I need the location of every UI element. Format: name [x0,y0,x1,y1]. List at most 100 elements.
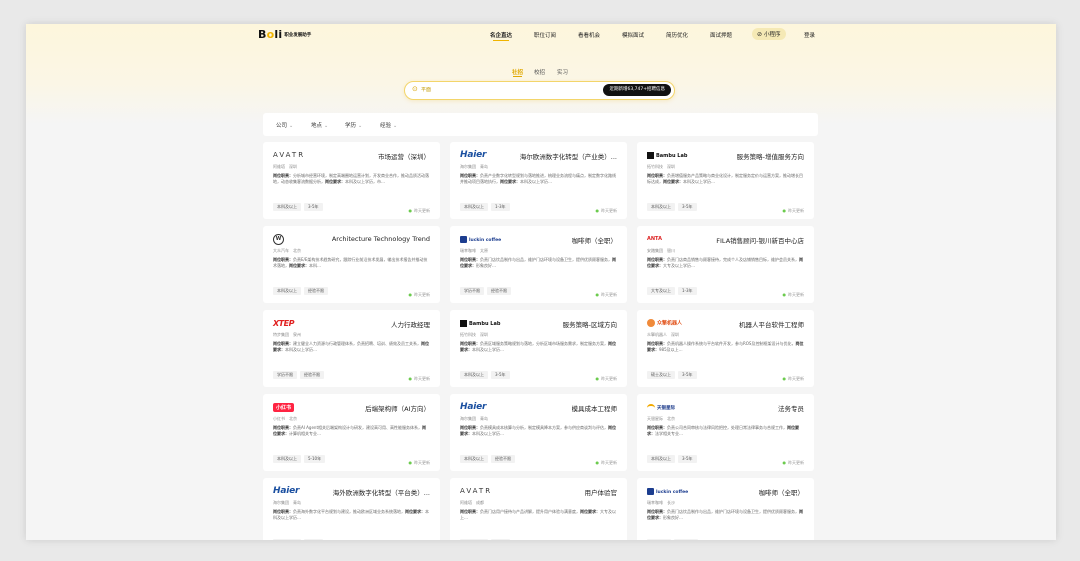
brand-logo: ANTA [647,236,662,242]
tag-list: 本科及以上 1-3年 [460,193,513,212]
company-location: 天银星际 北京 [647,416,675,421]
duty-label: 岗位职责： [460,509,480,514]
bambu-mark-icon [460,319,467,327]
tab-campus[interactable]: 校招 [534,68,545,76]
company-brand: Haier [460,150,486,160]
company-location: 阿维塔 成都 [460,500,484,505]
duty-label: 岗位职责： [647,509,667,514]
filter-company-label: 公司 [276,123,288,129]
duty-label: 岗位职责： [460,341,480,346]
job-description: 岗位职责：负责海外数字化平台规划与建设，推动欧洲区域业务系统落地，岗位要求：本科… [273,509,430,527]
job-card[interactable]: XTEP 人力行政经理 特步集团 泉州 岗位职责：建立健全人力资源与行政管理体系，负责… [263,310,440,387]
nav-item-opportunities[interactable]: 看看机会 [578,31,600,39]
nav-item-interview-questions[interactable]: 面试押题 [710,31,732,39]
job-card[interactable]: Haier 海尔欧洲数字化转型（产业类）... 海尔集团 青岛 岗位职责：负责产业数字… [450,142,627,219]
deer-icon [460,235,467,243]
brand-name: luckin coffee [656,489,689,495]
requirement-tag: 经验不限 [674,539,698,540]
chevron-down-icon: ⌄ [289,123,294,129]
requirement-tag: 3-5年 [678,371,697,379]
job-card[interactable]: Haier 海外欧洲数字化转型（平台类）... 海尔集团 青岛 岗位职责：负责海外数字… [263,478,440,540]
requirement-tag: 经验不限 [491,455,515,463]
login-link[interactable]: 登录 [804,31,815,39]
search-button[interactable]: 近期新增63,747+招聘信息 [603,84,671,96]
job-card[interactable]: luckin coffee 咖啡师（全职） 瑞幸咖啡 长沙 岗位职责：负责门店饮品制作… [637,478,814,540]
mini-program-button[interactable]: ⊘ 小程序 [752,28,786,40]
job-card[interactable]: Haier 模具成本工程师 海尔集团 青岛 岗位职责：负责模具成本核算与分析，制定模具… [450,394,627,471]
requirement-label: 岗位要求： [405,509,425,514]
requirement-tag: 经验不限 [300,371,324,379]
requirement-text: 本科及以上学历… [520,179,552,184]
filter-experience[interactable]: 经验 ⌄ [380,121,397,129]
job-card[interactable]: Bambu Lab 服务策略-区域方向 拓竹科技 深圳 岗位职责：负责区域服务策略规划… [450,310,627,387]
job-description: 岗位职责：分析城市经营环境，制定高端圈地运营计划，开发商业合作，推动品质活动落地… [273,173,430,191]
company-location: 瑞幸咖啡 太原 [460,248,488,253]
requirement-tag: 本科及以上 [647,455,675,463]
job-card[interactable]: 众擎机器人 机器人平台软件工程师 众擎机器人 深圳 岗位职责：负责机器人操作系统与平台… [637,310,814,387]
tab-social[interactable]: 社招 [512,68,523,77]
job-card[interactable]: AVATR 市场运营（深圳） 阿维塔 深圳 岗位职责：分析城市经营环境，制定高端圈地运… [263,142,440,219]
job-card[interactable]: luckin coffee 咖啡师（全职） 瑞幸咖啡 太原 岗位职责：负责门店饮品制作… [450,226,627,303]
tag-list: 硕士及以上 3-5年 [647,361,700,380]
tag-list: 本科及以上 经验不限 [460,445,518,464]
requirement-tag: 1-3年 [491,203,510,211]
job-card[interactable]: AVATR 用户体验官 阿维塔 成都 岗位职责：负责门店用户接待与产品讲解，提升用户体… [450,478,627,540]
duty-label: 岗位职责： [273,341,293,346]
brand-logo: 众擎机器人 [647,319,682,327]
requirement-label: 岗位要求： [289,263,309,268]
brand-logo: Haier [460,150,487,160]
nav-item-job-subscription[interactable]: 职位订阅 [534,31,556,39]
brand-logo: luckin coffee [647,487,689,495]
job-card[interactable]: ANTA FILA销售顾问-银川新百中心店 安踏集团 银川 岗位职责：负责门店商品销售… [637,226,814,303]
duty-text: 负责门店用户接待与产品讲解，提升用户体验与满意度， [480,509,580,514]
filter-company[interactable]: 公司 ⌄ [276,121,293,129]
chevron-down-icon: ⌄ [324,123,329,129]
tag-list: 本科及以上3-5年 [647,193,700,212]
app-window: Boli 职业发展助手 名企直达 职位订阅 看看机会 模拟面试 简历优化 面试押… [26,24,1056,540]
search-input[interactable] [421,85,581,95]
company-location: 拓竹科技 深圳 [460,332,488,337]
job-description: 岗位职责：负责增值服务产品策略与商业化设计，制定服务定价与运营方案，推动增长目标… [647,173,804,191]
update-time: 昨天更新 [596,376,617,382]
tab-internship[interactable]: 实习 [557,68,568,76]
tag-list: 学历不限经验不限 [647,529,701,540]
brand-name: Bambu Lab [656,152,688,159]
company-location: 海尔集团 青岛 [460,416,488,421]
requirement-text: 形象良好… [476,263,496,268]
job-card[interactable]: W Architecture Technology Trend 大众汽车 北京 岗位职… [263,226,440,303]
brand-name: 天银星际 [657,405,675,411]
nav-item-mock-interview[interactable]: 模拟面试 [622,31,644,39]
requirement-tag: 3-5年 [304,539,323,540]
job-title: 服务策略-区域方向 [562,321,617,329]
company-brand: 小红书 [273,402,295,412]
update-time: 昨天更新 [596,208,617,214]
requirement-text: 本科及以上学历，市… [345,179,385,184]
filter-location[interactable]: 地点 ⌄ [311,121,328,129]
duty-label: 岗位职责： [460,425,480,430]
nav-item-resume-optimize[interactable]: 简历优化 [666,31,688,39]
job-title: 海外欧洲数字化转型（平台类）... [332,489,430,497]
requirement-tag: 本科及以上 [460,371,488,379]
update-time: 昨天更新 [409,460,430,466]
requirement-label: 岗位要求： [325,179,345,184]
requirement-tag: 本科及以上 [460,455,488,463]
requirement-label: 岗位要求： [500,179,520,184]
company-brand: Haier [273,486,299,496]
job-card[interactable]: 天银星际 法务专员 天银星际 北京 岗位职责：负责公司合同审核与法律风险把控，处理日常… [637,394,814,471]
logo[interactable]: Boli 职业发展助手 [258,28,311,42]
tag-list: 本科及以上3-5年 [273,193,326,212]
filter-education[interactable]: 学历 ⌄ [345,121,362,129]
brand-name: 众擎机器人 [657,320,683,327]
company-location: 海尔集团 青岛 [460,164,488,169]
brand-logo: Bambu Lab [460,319,500,327]
company-brand: 众擎机器人 [647,318,682,328]
nav-item-famous-companies[interactable]: 名企直达 [490,31,512,41]
job-card[interactable]: 小红书 后端架构师（AI方向） 小红书 北京 岗位职责：负责AI Agent相关后端架… [263,394,440,471]
job-title: 模具成本工程师 [571,405,618,413]
requirement-tag: 3-5年 [491,539,510,540]
filter-location-label: 地点 [311,123,323,129]
requirement-text: 本科及以上学历… [285,347,317,352]
job-card[interactable]: Bambu Lab 服务策略-增值服务方向 拓竹科技 深圳 岗位职责：负责增值服务产品… [637,142,814,219]
requirement-tag: 本科及以上 [460,203,488,211]
requirement-tag: 3-5年 [491,371,510,379]
